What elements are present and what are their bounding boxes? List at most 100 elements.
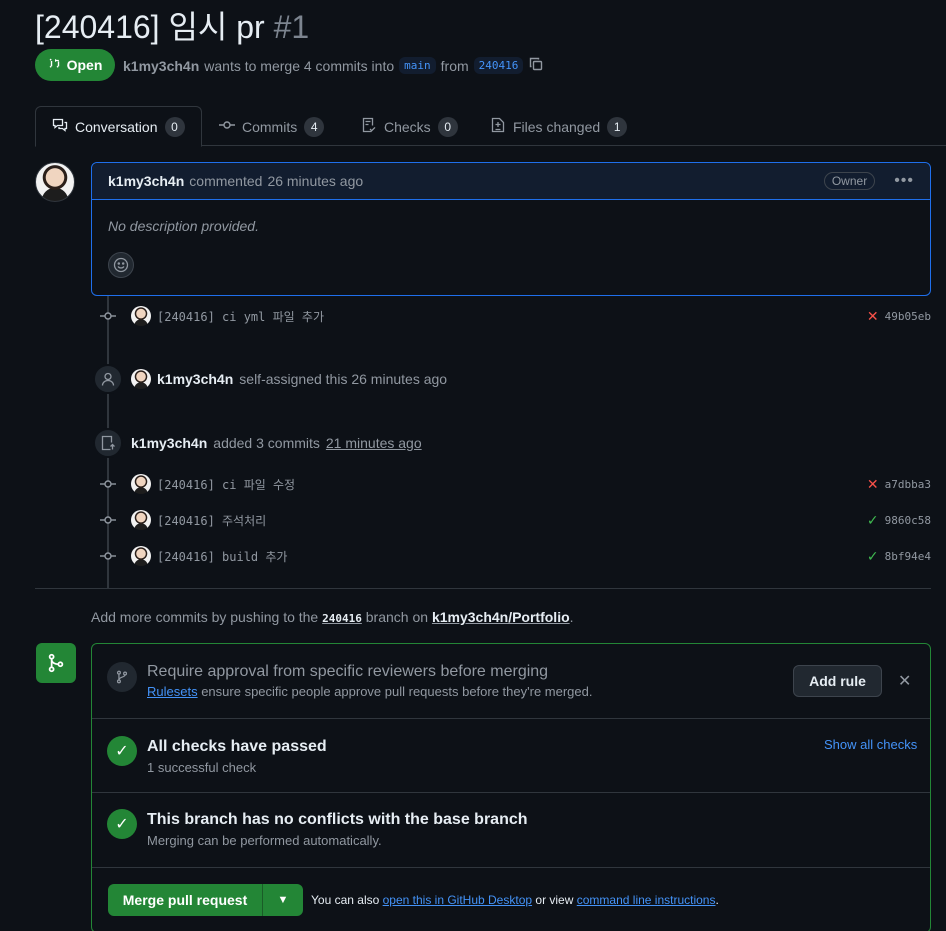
git-commit-icon	[99, 308, 117, 324]
git-commit-icon	[99, 512, 117, 528]
event-description: self-assigned this 26 minutes ago	[239, 371, 448, 387]
avatar[interactable]	[131, 306, 151, 326]
smiley-icon[interactable]	[108, 252, 134, 278]
event-actor[interactable]: k1my3ch4n	[157, 371, 233, 387]
event-text: k1my3ch4n added 3 commits 21 minutes ago	[131, 435, 422, 451]
ruleset-description: ensure specific people approve pull requ…	[201, 684, 593, 699]
avatar[interactable]	[131, 546, 151, 566]
avatar[interactable]	[35, 162, 75, 202]
file-diff-icon	[490, 117, 506, 136]
commit-meta: ✕ a7dbba3	[867, 476, 931, 493]
note-suffix: .	[715, 893, 719, 907]
event-description: added 3 commits	[213, 435, 320, 451]
event-actor[interactable]: k1my3ch4n	[131, 435, 207, 451]
add-rule-button[interactable]: Add rule	[793, 665, 882, 697]
comment-header: k1my3ch4n commented 26 minutes ago Owner…	[92, 163, 930, 200]
from-text: from	[440, 57, 469, 74]
show-all-checks-link[interactable]: Show all checks	[824, 737, 917, 752]
check-icon[interactable]: ✓	[867, 512, 879, 529]
comment-discussion-icon	[52, 117, 68, 136]
tab-checks[interactable]: Checks 0	[345, 106, 474, 147]
pr-meta-text: wants to merge 4 commits into	[204, 57, 395, 74]
timeline-commit: [240416] ci yml 파일 추가 ✕ 49b05eb	[99, 304, 931, 328]
timeline-event-push: k1my3ch4n added 3 commits 21 minutes ago	[93, 428, 422, 458]
timeline-event-assign: k1my3ch4n self-assigned this 26 minutes …	[93, 364, 447, 394]
avatar[interactable]	[131, 510, 151, 530]
timeline-commit: [240416] ci 파일 수정 ✕ a7dbba3	[99, 472, 931, 496]
tab-label: Files changed	[513, 118, 601, 135]
commit-message: [240416] build 추가	[131, 546, 287, 566]
merge-pull-request-button[interactable]: Merge pull request	[108, 884, 263, 916]
comment-body: No description provided.	[108, 218, 259, 234]
person-icon	[93, 364, 123, 394]
note-mid: or view	[535, 893, 574, 907]
merge-button-group: Merge pull request ▼	[108, 884, 303, 916]
checks-section: ✓ All checks have passed 1 successful ch…	[92, 719, 930, 793]
tab-conversation[interactable]: Conversation 0	[35, 106, 202, 147]
git-commit-icon	[99, 548, 117, 564]
x-icon[interactable]: ✕	[867, 308, 879, 325]
comment-time[interactable]: 26 minutes ago	[267, 173, 363, 189]
merge-alternatives: You can also open this in GitHub Desktop…	[311, 893, 719, 907]
check-icon[interactable]: ✓	[867, 548, 879, 565]
push-hint-suffix: .	[569, 609, 574, 625]
timeline-commit: [240416] build 추가 ✓ 8bf94e4	[99, 544, 931, 568]
push-hint-branch[interactable]: 240416	[322, 612, 362, 625]
commit-meta: ✓ 9860c58	[867, 512, 931, 529]
tab-label: Conversation	[75, 118, 158, 135]
x-icon[interactable]: ✕	[867, 476, 879, 493]
ruleset-section: Require approval from specific reviewers…	[92, 644, 930, 719]
pr-title: [240416] 임시 pr #1	[35, 2, 309, 48]
command-line-link[interactable]: command line instructions	[577, 893, 716, 907]
tab-label: Checks	[384, 118, 431, 135]
event-text: k1my3ch4n self-assigned this 26 minutes …	[131, 369, 447, 389]
commit-sha[interactable]: 8bf94e4	[885, 550, 931, 563]
tab-files-changed[interactable]: Files changed 1	[474, 106, 643, 147]
base-branch[interactable]: main	[399, 57, 436, 74]
ruleset-text: Require approval from specific reviewers…	[147, 663, 592, 699]
conflicts-text: This branch has no conflicts with the ba…	[147, 811, 528, 848]
event-time[interactable]: 21 minutes ago	[326, 435, 422, 451]
pr-description-comment: k1my3ch4n commented 26 minutes ago Owner…	[91, 162, 931, 296]
conflicts-title: This branch has no conflicts with the ba…	[147, 811, 528, 828]
checks-text: All checks have passed 1 successful chec…	[147, 738, 327, 775]
commit-sha[interactable]: a7dbba3	[885, 478, 931, 491]
git-commit-icon	[219, 117, 235, 136]
timeline-commit: [240416] 주석처리 ✓ 9860c58	[99, 508, 931, 532]
copy-icon[interactable]	[528, 56, 544, 75]
checklist-icon	[361, 117, 377, 136]
commit-title[interactable]: [240416] 주석처리	[157, 512, 266, 529]
head-branch[interactable]: 240416	[473, 57, 524, 74]
tab-counter: 0	[437, 116, 458, 137]
commit-sha[interactable]: 9860c58	[885, 514, 931, 527]
commit-title[interactable]: [240416] build 추가	[157, 548, 287, 565]
pr-number: #1	[273, 9, 310, 45]
close-icon[interactable]: ✕	[898, 671, 911, 691]
tab-counter: 0	[164, 116, 185, 137]
commit-title[interactable]: [240416] ci yml 파일 추가	[157, 308, 324, 325]
commit-meta: ✕ 49b05eb	[867, 308, 931, 325]
rulesets-link[interactable]: Rulesets	[147, 684, 198, 699]
merge-box: Require approval from specific reviewers…	[91, 643, 931, 931]
repo-link[interactable]: k1my3ch4n/Portfolio	[432, 609, 570, 625]
tab-counter: 4	[304, 116, 325, 137]
pr-author-link[interactable]: k1my3ch4n	[123, 58, 199, 74]
avatar[interactable]	[131, 474, 151, 494]
push-hint-prefix: Add more commits by pushing to the	[91, 609, 319, 625]
kebab-horizontal-icon[interactable]: •••	[894, 172, 914, 190]
note-prefix: You can also	[311, 893, 380, 907]
pr-title-text: [240416] 임시 pr	[35, 9, 265, 45]
comment-author[interactable]: k1my3ch4n	[108, 173, 184, 189]
pr-tabs: Conversation 0 Commits 4 Checks 0 Files …	[35, 106, 946, 147]
avatar[interactable]	[131, 369, 151, 389]
push-hint-middle: branch on	[365, 609, 429, 625]
github-desktop-link[interactable]: open this in GitHub Desktop	[383, 893, 532, 907]
timeline-separator	[35, 588, 931, 589]
pr-meta: k1my3ch4n wants to merge 4 commits into …	[123, 56, 544, 75]
triangle-down-icon[interactable]: ▼	[263, 884, 303, 916]
commit-title[interactable]: [240416] ci 파일 수정	[157, 476, 295, 493]
git-branch-icon	[107, 662, 137, 692]
ruleset-title: Require approval from specific reviewers…	[147, 663, 549, 680]
commit-sha[interactable]: 49b05eb	[885, 310, 931, 323]
tab-commits[interactable]: Commits 4	[203, 106, 340, 147]
